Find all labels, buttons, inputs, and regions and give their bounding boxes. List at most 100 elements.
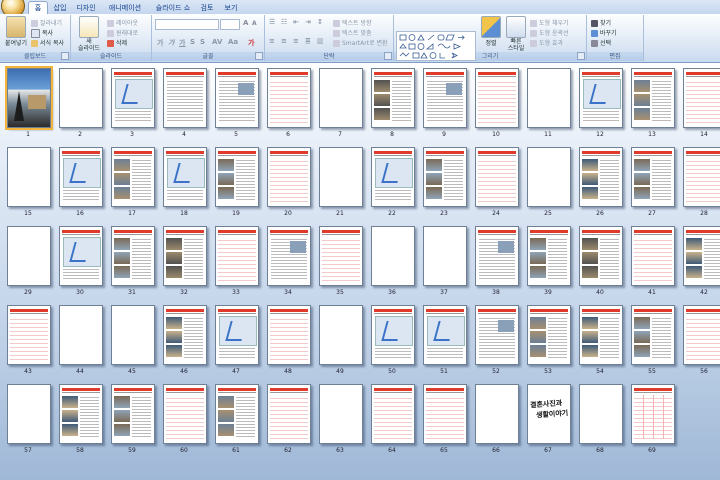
slide-thumbnail-cell[interactable]: 34 — [267, 226, 319, 303]
slide-thumbnail-cell[interactable]: 62 — [267, 384, 319, 461]
slide-thumbnail-cell[interactable]: 39 — [527, 226, 579, 303]
select-button[interactable]: 선택 — [591, 38, 611, 47]
shape-fill-button[interactable]: 도형 채우기 — [530, 18, 569, 27]
slide-thumbnail-cell[interactable]: 20 — [267, 147, 319, 224]
slide-thumbnail[interactable] — [163, 147, 207, 207]
slide-thumbnail-cell[interactable]: 48 — [267, 305, 319, 382]
slide-thumbnail-cell[interactable]: 42 — [683, 226, 720, 303]
slide-thumbnail[interactable] — [423, 147, 467, 207]
slide-thumbnail[interactable]: 결혼사진과 생활이야기 — [527, 384, 571, 444]
slide-thumbnail-cell[interactable]: 50 — [371, 305, 423, 382]
slide-thumbnail[interactable] — [683, 147, 720, 207]
shapes-gallery[interactable] — [396, 31, 476, 61]
slide-thumbnail-cell[interactable]: 45 — [111, 305, 163, 382]
slide-thumbnail-cell[interactable]: 2 — [59, 68, 111, 145]
slide-thumbnail[interactable] — [163, 384, 207, 444]
slide-thumbnail[interactable] — [371, 226, 415, 286]
slide-thumbnail-cell[interactable]: 19 — [215, 147, 267, 224]
shrink-font-icon[interactable]: A — [252, 20, 257, 27]
tab-slide-show[interactable]: 슬라이드 쇼 — [150, 2, 196, 14]
align-right-icon[interactable]: ≡ — [293, 37, 299, 45]
slide-thumbnail-cell[interactable]: 53 — [527, 305, 579, 382]
slide-thumbnail-cell[interactable]: 25 — [527, 147, 579, 224]
align-text-button[interactable]: 텍스트 맞춤 — [333, 28, 372, 37]
slide-thumbnail[interactable] — [319, 305, 363, 365]
slide-thumbnail[interactable] — [267, 384, 311, 444]
slide-thumbnail-cell[interactable]: 27 — [631, 147, 683, 224]
slide-thumbnail-cell[interactable]: 61 — [215, 384, 267, 461]
slide-thumbnail[interactable] — [631, 147, 675, 207]
slide-thumbnail-cell[interactable]: 30 — [59, 226, 111, 303]
slide-thumbnail[interactable] — [267, 226, 311, 286]
slide-thumbnail-cell[interactable]: 40 — [579, 226, 631, 303]
slide-thumbnail[interactable] — [475, 226, 519, 286]
shadow-icon[interactable]: S — [200, 38, 205, 46]
change-case-icon[interactable]: Aa — [228, 38, 238, 46]
slide-thumbnail[interactable] — [59, 384, 103, 444]
slide-thumbnail[interactable] — [683, 226, 720, 286]
slide-thumbnail-cell[interactable]: 29 — [7, 226, 59, 303]
slide-thumbnail[interactable] — [267, 147, 311, 207]
slide-thumbnail-cell[interactable]: 9 — [423, 68, 475, 145]
tab-home[interactable]: 홈 — [28, 1, 48, 15]
slide-thumbnail-cell[interactable]: 26 — [579, 147, 631, 224]
slide-thumbnail[interactable] — [371, 305, 415, 365]
dialog-launcher-icon[interactable] — [61, 52, 69, 60]
slide-thumbnail[interactable] — [475, 384, 519, 444]
slide-thumbnail-cell[interactable]: 35 — [319, 226, 371, 303]
tab-animations[interactable]: 애니메이션 — [104, 2, 146, 14]
slide-thumbnail-cell[interactable]: 49 — [319, 305, 371, 382]
shape-effects-button[interactable]: 도형 효과 — [530, 38, 563, 47]
slide-thumbnail-cell[interactable]: 4 — [163, 68, 215, 145]
slide-thumbnail-cell[interactable]: 16 — [59, 147, 111, 224]
slide-thumbnail[interactable] — [319, 384, 363, 444]
slide-thumbnail[interactable] — [215, 68, 259, 128]
slide-thumbnail[interactable] — [423, 68, 467, 128]
delete-slide-button[interactable]: 삭제 — [107, 38, 127, 47]
slide-thumbnail-cell[interactable]: 46 — [163, 305, 215, 382]
slide-thumbnail[interactable] — [579, 384, 623, 444]
slide-thumbnail-cell[interactable]: 37 — [423, 226, 475, 303]
slide-thumbnail[interactable] — [631, 226, 675, 286]
slide-thumbnail-cell[interactable]: 6 — [267, 68, 319, 145]
copy-button[interactable]: 복사 — [31, 28, 53, 38]
columns-icon[interactable]: ▥ — [317, 37, 324, 45]
justify-icon[interactable]: ≣ — [305, 37, 311, 45]
slide-thumbnail-cell[interactable]: 66 — [475, 384, 527, 461]
slide-thumbnail[interactable] — [475, 305, 519, 365]
slide-thumbnail[interactable] — [579, 147, 623, 207]
slide-thumbnail[interactable] — [579, 305, 623, 365]
slide-thumbnail-cell[interactable]: 51 — [423, 305, 475, 382]
slide-thumbnail[interactable] — [111, 226, 155, 286]
tab-insert[interactable]: 삽입 — [50, 2, 70, 14]
dialog-launcher-icon[interactable] — [577, 52, 585, 60]
new-slide-button[interactable]: 새 슬라이드 — [74, 16, 104, 52]
slide-thumbnail-cell[interactable]: 1 — [5, 66, 59, 145]
bold-icon[interactable]: 가 — [157, 38, 163, 48]
slide-thumbnail[interactable] — [579, 68, 623, 128]
strikethrough-icon[interactable]: S — [190, 38, 195, 46]
slide-thumbnail-cell[interactable]: 44 — [59, 305, 111, 382]
slide-thumbnail-cell[interactable]: 58 — [59, 384, 111, 461]
slide-thumbnail-cell[interactable]: 63 — [319, 384, 371, 461]
slide-thumbnail[interactable] — [7, 384, 51, 444]
slide-thumbnail-cell[interactable]: 36 — [371, 226, 423, 303]
slide-thumbnail[interactable] — [579, 226, 623, 286]
slide-thumbnail[interactable] — [5, 66, 53, 130]
shape-outline-button[interactable]: 도형 윤곽선 — [530, 28, 569, 37]
slide-thumbnail[interactable] — [163, 226, 207, 286]
slide-thumbnail[interactable] — [7, 147, 51, 207]
slide-thumbnail-cell[interactable]: 57 — [7, 384, 59, 461]
slide-thumbnail[interactable] — [319, 68, 363, 128]
slide-thumbnail-cell[interactable]: 5 — [215, 68, 267, 145]
slide-thumbnail[interactable] — [423, 305, 467, 365]
arrange-button[interactable]: 정렬 — [480, 16, 502, 47]
slide-thumbnail[interactable] — [111, 147, 155, 207]
slide-thumbnail[interactable] — [215, 384, 259, 444]
slide-thumbnail[interactable] — [59, 68, 103, 128]
slide-thumbnail[interactable] — [111, 68, 155, 128]
line-spacing-icon[interactable]: ↕ — [317, 18, 323, 26]
find-button[interactable]: 찾기 — [591, 18, 611, 27]
slide-thumbnail[interactable] — [59, 226, 103, 286]
align-center-icon[interactable]: ≡ — [281, 37, 287, 45]
